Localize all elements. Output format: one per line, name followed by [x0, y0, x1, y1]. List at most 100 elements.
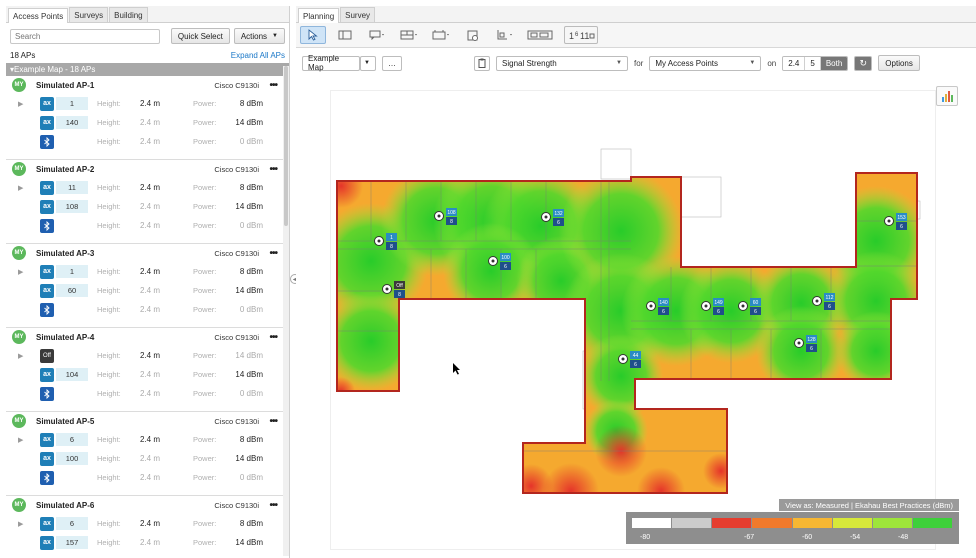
power-value[interactable]: 14 dBm [235, 202, 263, 211]
height-value[interactable]: 2.4 m [140, 473, 160, 482]
power-value[interactable]: 8 dBm [240, 519, 263, 528]
more-options-icon[interactable]: ••• [269, 332, 277, 343]
ap-card-header[interactable]: MY Simulated AP-5 Cisco C9130i ••• [12, 412, 281, 430]
height-value[interactable]: 2.4 m [140, 137, 160, 146]
ap-card[interactable]: MY Simulated AP-1 Cisco C9130i ••• ▶ ax 1 … [6, 76, 289, 160]
band-option[interactable]: 2.4 [783, 56, 806, 70]
map-select-dropdown[interactable]: ▼ [360, 55, 376, 71]
legend-caption[interactable]: View as: Measured | Ekahau Best Practice… [779, 499, 959, 511]
power-value[interactable]: 14 dBm [235, 370, 263, 379]
legend-swatch[interactable] [712, 518, 752, 528]
channel-value[interactable]: 100 [56, 452, 88, 465]
tab-planning[interactable]: Planning [298, 8, 340, 23]
legend-swatch[interactable] [752, 518, 792, 528]
height-value[interactable]: 2.4 m [140, 454, 160, 463]
radio-band-badge[interactable]: ax [40, 451, 54, 466]
floor-icon[interactable] [524, 26, 558, 44]
ap-card-header[interactable]: MY Simulated AP-6 Cisco C9130i ••• [12, 496, 281, 514]
power-value[interactable]: 0 dBm [240, 389, 263, 398]
channel-value[interactable]: 1 [56, 97, 88, 110]
channel-value[interactable]: 104 [56, 368, 88, 381]
legend-swatch[interactable] [832, 518, 872, 528]
more-options-icon[interactable]: ••• [269, 80, 277, 91]
ap-card-header[interactable]: MY Simulated AP-3 Cisco C9130i ••• [12, 244, 281, 262]
radio-band-badge[interactable]: ax [40, 264, 54, 279]
search-input[interactable] [10, 28, 160, 44]
radio-band-badge[interactable]: ax [40, 516, 54, 531]
legend-swatch[interactable] [672, 518, 712, 528]
power-value[interactable]: 8 dBm [240, 267, 263, 276]
legend-swatch[interactable] [872, 518, 912, 528]
radio-off-badge[interactable]: Off [40, 348, 54, 363]
channel-value[interactable]: 6 [56, 433, 88, 446]
radio-band-badge[interactable]: ax [40, 115, 54, 130]
ap-placement-icon[interactable] [460, 26, 486, 44]
more-options-icon[interactable]: ••• [269, 416, 277, 427]
power-value[interactable]: 8 dBm [240, 183, 263, 192]
pointer-icon[interactable] [300, 26, 326, 44]
channel-value[interactable]: 140 [56, 116, 88, 129]
legend-swatch[interactable] [912, 518, 952, 528]
channel-value[interactable]: 108 [56, 200, 88, 213]
height-value[interactable]: 2.4 m [140, 183, 160, 192]
radio-band-badge[interactable]: ax [40, 432, 54, 447]
height-value[interactable]: 2.4 m [140, 435, 160, 444]
expand-caret-icon[interactable]: ▶ [18, 100, 23, 108]
height-value[interactable]: 2.4 m [140, 389, 160, 398]
channel-value[interactable]: 60 [56, 284, 88, 297]
channel-value[interactable]: 157 [56, 536, 88, 549]
more-options-icon[interactable]: ••• [269, 164, 277, 175]
power-value[interactable]: 14 dBm [235, 351, 263, 360]
power-value[interactable]: 8 dBm [240, 435, 263, 444]
clipboard-icon[interactable] [474, 55, 490, 71]
tab-surveys[interactable]: Surveys [69, 7, 109, 22]
expand-caret-icon[interactable]: ▶ [18, 352, 23, 360]
refresh-button[interactable]: ↻ [854, 55, 873, 71]
band-option[interactable]: Both [820, 56, 848, 70]
radio-band-badge[interactable]: ax [40, 535, 54, 550]
expand-caret-icon[interactable]: ▶ [18, 184, 23, 192]
channel-value[interactable]: 11 [56, 181, 88, 194]
power-value[interactable]: 14 dBm [235, 454, 263, 463]
band-option[interactable]: 5 [805, 56, 821, 70]
power-value[interactable]: 0 dBm [240, 221, 263, 230]
expand-caret-icon[interactable]: ▶ [18, 520, 23, 528]
more-button[interactable]: … [382, 55, 402, 71]
quick-select-button[interactable]: Quick Select [170, 28, 230, 44]
expand-all-link[interactable]: Expand All APs [231, 51, 285, 60]
measure-icon[interactable] [492, 26, 518, 44]
expand-caret-icon[interactable]: ▶ [18, 268, 23, 276]
expand-caret-icon[interactable]: ▶ [18, 436, 23, 444]
height-value[interactable]: 2.4 m [140, 99, 160, 108]
power-value[interactable]: 0 dBm [240, 473, 263, 482]
height-value[interactable]: 2.4 m [140, 118, 160, 127]
channel-value[interactable]: 6 [56, 517, 88, 530]
ap-card[interactable]: MY Simulated AP-4 Cisco C9130i ••• ▶ Off … [6, 328, 289, 412]
ap-card-header[interactable]: MY Simulated AP-2 Cisco C9130i ••• [12, 160, 281, 178]
power-value[interactable]: 0 dBm [240, 137, 263, 146]
tab-access-points[interactable]: Access Points [8, 8, 69, 23]
tab-building[interactable]: Building [109, 7, 148, 22]
radio-band-badge[interactable]: ax [40, 283, 54, 298]
height-value[interactable]: 2.4 m [140, 202, 160, 211]
ap-card[interactable]: MY Simulated AP-6 Cisco C9130i ••• ▶ ax 6 … [6, 496, 289, 558]
channel-numbers-icon[interactable]: 1 6 11 [564, 26, 598, 44]
comment-icon[interactable] [364, 26, 390, 44]
brick-wall-icon[interactable] [396, 26, 422, 44]
radio-band-badge[interactable]: ax [40, 96, 54, 111]
radio-band-badge[interactable]: ax [40, 180, 54, 195]
power-value[interactable]: 14 dBm [235, 286, 263, 295]
height-value[interactable]: 2.4 m [140, 305, 160, 314]
ap-list-scrollbar[interactable] [283, 66, 289, 556]
map-group-header[interactable]: ▾Example Map - 18 APs [6, 63, 289, 76]
height-value[interactable]: 2.4 m [140, 519, 160, 528]
options-button[interactable]: Options [878, 55, 920, 71]
signal-heatmap[interactable]: 1 8 108 8 Off 8 132 6 100 6 140 6 44 6 149 6 60 6 153 6 112 6… [331, 91, 937, 551]
height-value[interactable]: 2.4 m [140, 267, 160, 276]
ap-card[interactable]: MY Simulated AP-2 Cisco C9130i ••• ▶ ax 11… [6, 160, 289, 244]
ap-card[interactable]: MY Simulated AP-3 Cisco C9130i ••• ▶ ax 1 … [6, 244, 289, 328]
legend-swatch[interactable] [792, 518, 832, 528]
tab-survey[interactable]: Survey [340, 7, 376, 22]
power-value[interactable]: 8 dBm [240, 99, 263, 108]
ap-card[interactable]: MY Simulated AP-5 Cisco C9130i ••• ▶ ax 6 … [6, 412, 289, 496]
